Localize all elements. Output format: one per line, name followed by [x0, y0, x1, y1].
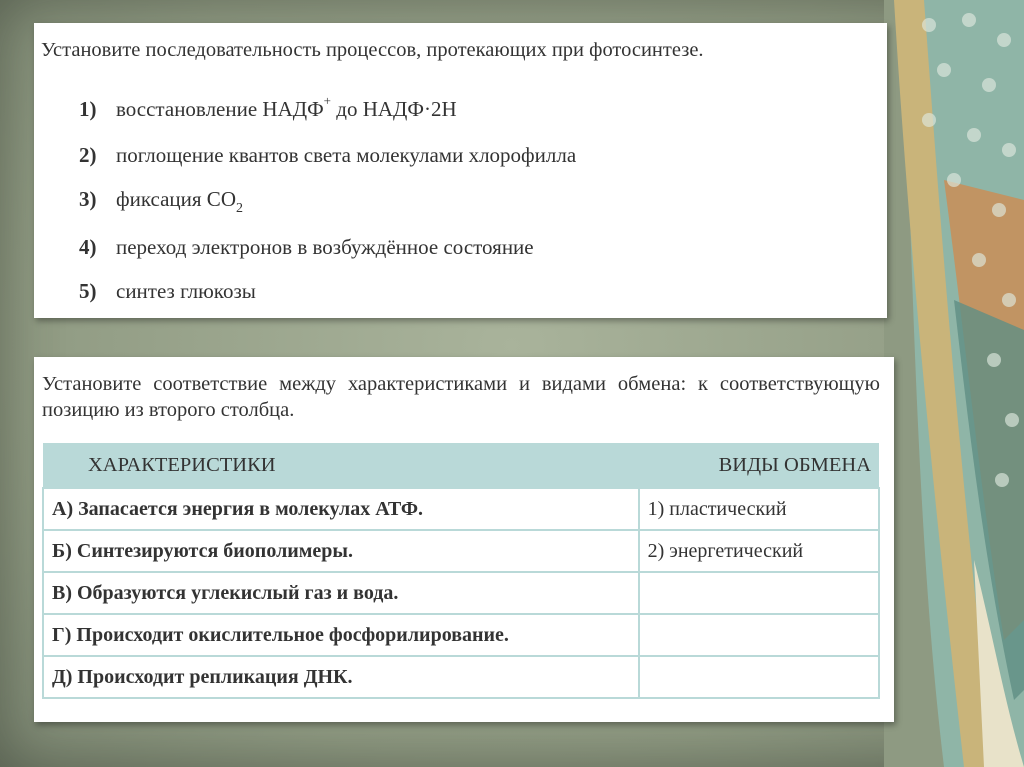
subscript: 2 — [235, 201, 243, 216]
matching-task-question: Установите соответствие между характерис… — [42, 373, 880, 421]
characteristic-cell: В) Образуются углекислый газ и вода. — [42, 571, 640, 615]
sequence-item-number: 2) — [79, 143, 97, 167]
sequence-item-5: 5) синтез глюкозы — [79, 279, 256, 304]
characteristic-cell: Д) Происходит репликация ДНК. — [42, 655, 640, 699]
characteristic-cell: Г) Происходит окислительное фосфорилиров… — [42, 613, 640, 657]
table-header-row: ХАРАКТЕРИСТИКИ ВИДЫ ОБМЕНА — [43, 443, 879, 488]
exchange-type-cell: 1) пластический — [637, 487, 881, 531]
sequence-item-number: 1) — [79, 97, 97, 121]
sequence-item-text: переход электронов в возбуждённое состоя… — [116, 235, 534, 259]
sequence-item-1: 1) восстановление НАДФ+ до НАДФ·2Н — [79, 93, 457, 122]
sequence-task-card: Установите последовательность процессов,… — [34, 23, 887, 318]
exchange-type-cell — [637, 571, 881, 615]
sequence-item-number: 4) — [79, 235, 97, 259]
matching-task-card: Установите соответствие между характерис… — [34, 357, 894, 722]
column-header-characteristics: ХАРАКТЕРИСТИКИ — [43, 443, 639, 488]
exchange-type-cell: 2) энергетический — [637, 529, 881, 573]
sequence-item-text-end: до НАДФ·2Н — [331, 97, 457, 121]
table-row: Д) Происходит репликация ДНК. — [42, 655, 881, 699]
matching-table: ХАРАКТЕРИСТИКИ ВИДЫ ОБМЕНА А) Запасается… — [42, 443, 881, 699]
table-row: А) Запасается энергия в молекулах АТФ. 1… — [42, 487, 881, 531]
characteristic-cell: А) Запасается энергия в молекулах АТФ. — [42, 487, 640, 531]
table-row: В) Образуются углекислый газ и вода. — [42, 571, 881, 615]
superscript: + — [323, 93, 332, 108]
exchange-type-cell — [637, 613, 881, 657]
table-row: Г) Происходит окислительное фосфорилиров… — [42, 613, 881, 657]
characteristic-cell: Б) Синтезируются биополимеры. — [42, 529, 640, 573]
sequence-item-4: 4) переход электронов в возбуждённое сост… — [79, 235, 534, 260]
sequence-item-number: 5) — [79, 279, 97, 303]
exchange-type-cell — [637, 655, 881, 699]
sequence-item-2: 2) поглощение квантов света молекулами хл… — [79, 143, 576, 168]
sequence-item-3: 3) фиксация СО2 — [79, 187, 243, 216]
table-row: Б) Синтезируются биополимеры. 2) энергет… — [42, 529, 881, 573]
sequence-item-text: фиксация СО — [116, 187, 236, 211]
sequence-item-text: синтез глюкозы — [116, 279, 256, 303]
sequence-item-number: 3) — [79, 187, 97, 211]
sequence-task-question: Установите последовательность процессов,… — [41, 39, 704, 61]
sequence-item-text: поглощение квантов света молекулами хлор… — [116, 143, 577, 167]
sequence-item-text: восстановление НАДФ — [116, 97, 324, 121]
decorative-drape — [884, 0, 1024, 767]
column-header-exchange-types: ВИДЫ ОБМЕНА — [638, 443, 879, 488]
